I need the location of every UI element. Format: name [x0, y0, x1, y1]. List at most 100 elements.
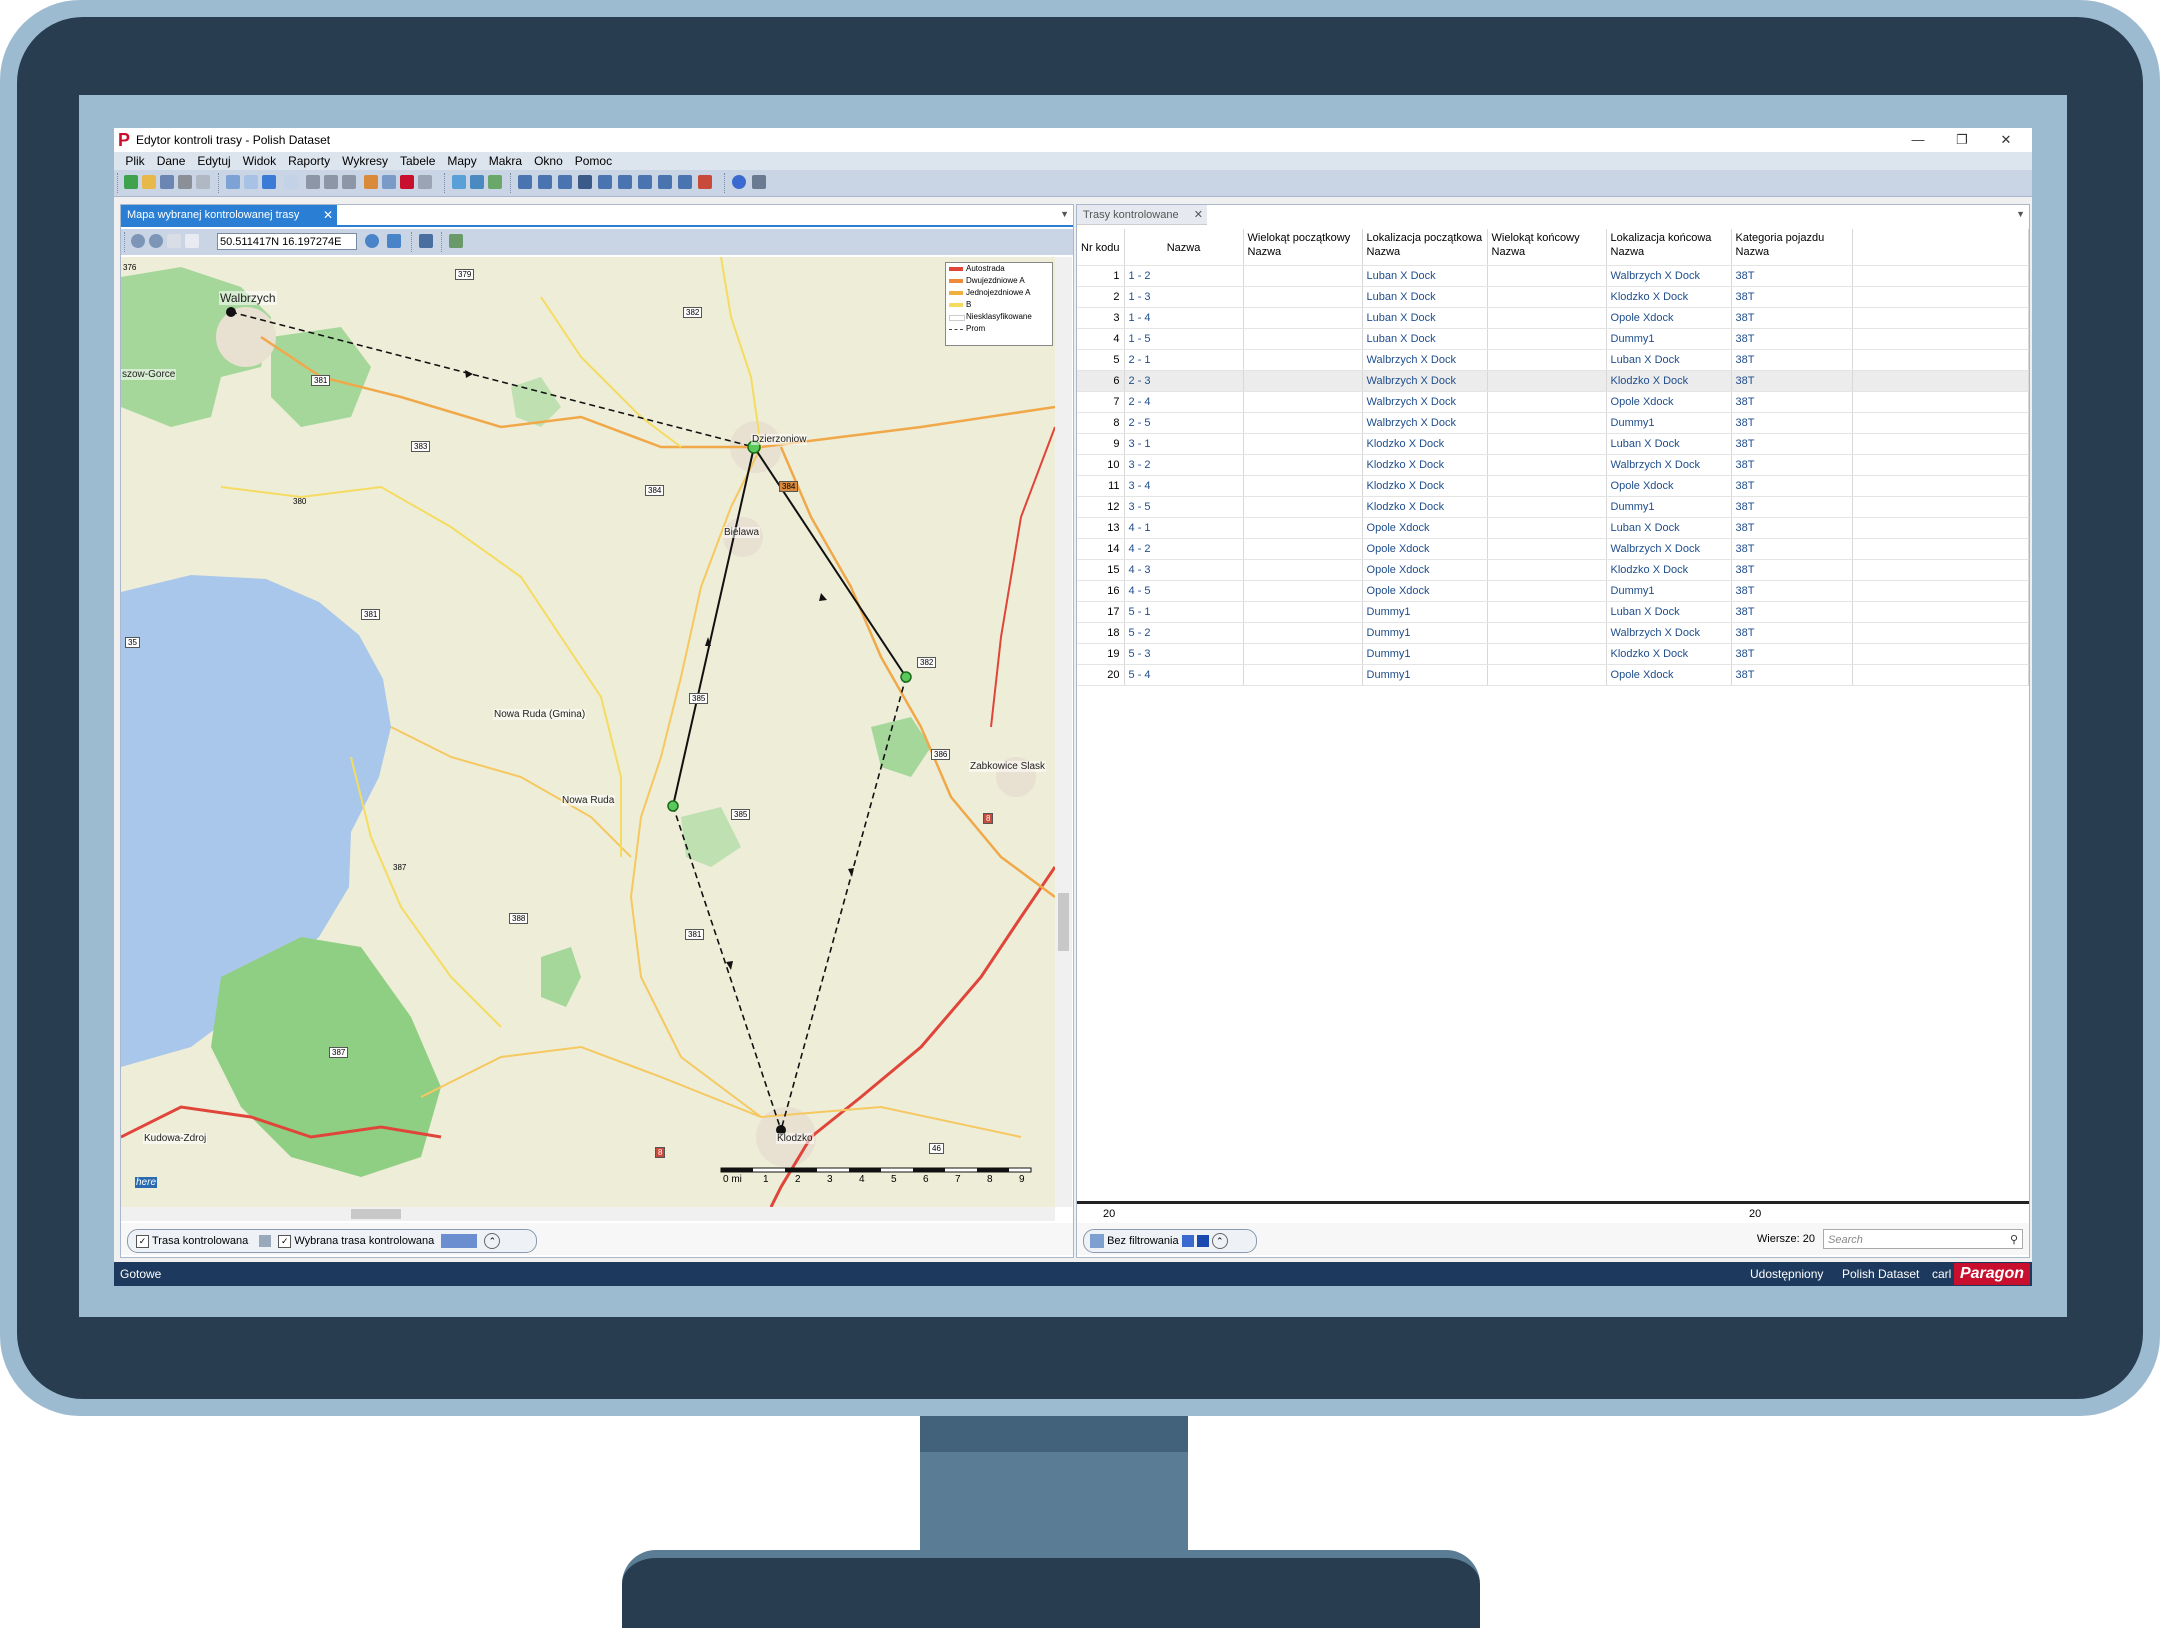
close-tab-icon[interactable]: ✕: [323, 205, 333, 225]
cell-nr[interactable]: 1: [1077, 265, 1125, 287]
toolbar-grip[interactable]: [411, 232, 415, 252]
cell-lokalizacja-poczatkowa[interactable]: Walbrzych X Dock: [1362, 349, 1488, 371]
cell-wielokat-poczatkowy[interactable]: [1243, 454, 1363, 476]
cell-wielokat-koncowy[interactable]: [1487, 601, 1607, 623]
cell-nr[interactable]: 17: [1077, 601, 1125, 623]
cell-lokalizacja-koncowa[interactable]: Klodzko X Dock: [1606, 370, 1732, 392]
undo-icon[interactable]: [226, 175, 240, 189]
cell-nr[interactable]: 18: [1077, 622, 1125, 644]
table-row[interactable]: 11 3 - 4 Klodzko X Dock Opole Xdock 38T: [1077, 475, 2030, 497]
cell-nazwa[interactable]: 2 - 3: [1124, 370, 1244, 392]
collapse-icon[interactable]: ⌃: [1211, 1233, 1228, 1250]
cell-wielokat-poczatkowy[interactable]: [1243, 412, 1363, 434]
table-row[interactable]: 52 - 1 Walbrzych X Dock Luban X Dock 38T: [1077, 349, 2030, 371]
cell-nr[interactable]: 4: [1077, 328, 1125, 350]
about-icon[interactable]: [752, 175, 766, 189]
cell-wielokat-koncowy[interactable]: [1487, 538, 1607, 560]
cell-nazwa[interactable]: 2 - 4: [1124, 391, 1244, 413]
cell-nazwa[interactable]: 3 - 5: [1124, 496, 1244, 518]
columns-icon[interactable]: [598, 175, 612, 189]
pan-hand-icon[interactable]: [167, 234, 181, 248]
cell-kategoria-pojazdu[interactable]: 38T: [1731, 454, 1853, 476]
cell-wielokat-poczatkowy[interactable]: [1243, 496, 1363, 518]
print-icon[interactable]: [178, 175, 192, 189]
cell-filler[interactable]: [1852, 307, 2030, 329]
table-row[interactable]: 18 5 - 2 Dummy1 Walbrzych X Dock 38T: [1077, 622, 2030, 644]
tab-dropdown-icon[interactable]: ▼: [2016, 209, 2025, 219]
cell-nr[interactable]: 9: [1077, 433, 1125, 455]
cell-wielokat-koncowy[interactable]: [1487, 391, 1607, 413]
map-settings-icon[interactable]: [449, 234, 463, 248]
cell-nazwa[interactable]: 4 - 2: [1124, 538, 1244, 560]
cell-nr[interactable]: 15: [1077, 559, 1125, 581]
col-lokalizacja-poczatkowa[interactable]: Lokalizacja początkowa Nazwa: [1362, 229, 1488, 266]
map-vertical-scroll-thumb[interactable]: [1058, 893, 1069, 951]
cell-wielokat-poczatkowy[interactable]: [1243, 538, 1363, 560]
cell-lokalizacja-koncowa[interactable]: Klodzko X Dock: [1606, 643, 1732, 665]
cell-filler[interactable]: [1852, 496, 2030, 518]
cell-lokalizacja-poczatkowa[interactable]: Dummy1: [1362, 643, 1488, 665]
table-row[interactable]: 10 3 - 2 Klodzko X Dock Walbrzych X Dock 38T: [1077, 454, 2030, 476]
zoom-in-icon[interactable]: [131, 234, 145, 248]
menu-dane[interactable]: Dane: [151, 152, 192, 170]
layout-icon[interactable]: [638, 175, 652, 189]
minimize-button[interactable]: —: [1896, 128, 1940, 152]
col-wielokat-poczatkowy[interactable]: Wielokąt początkowy Nazwa: [1243, 229, 1363, 266]
menu-edytuj[interactable]: Edytuj: [191, 152, 236, 170]
filter-table-icon[interactable]: [678, 175, 692, 189]
cell-wielokat-poczatkowy[interactable]: [1243, 265, 1363, 287]
zoom-extent-icon[interactable]: [365, 234, 379, 248]
table-row[interactable]: 11 - 2 Luban X Dock Walbrzych X Dock 38T: [1077, 265, 2030, 287]
cell-filler[interactable]: [1852, 559, 2030, 581]
cell-lokalizacja-koncowa[interactable]: Klodzko X Dock: [1606, 286, 1732, 308]
cell-kategoria-pojazdu[interactable]: 38T: [1731, 559, 1853, 581]
toolbar-grip[interactable]: [444, 173, 448, 193]
cell-wielokat-koncowy[interactable]: [1487, 370, 1607, 392]
cell-lokalizacja-koncowa[interactable]: Luban X Dock: [1606, 601, 1732, 623]
col-nr[interactable]: Nr kodu: [1077, 229, 1125, 266]
table-row[interactable]: 41 - 5 Luban X Dock Dummy1 38T: [1077, 328, 2030, 350]
map-horizontal-scrollbar[interactable]: [121, 1207, 1055, 1221]
cell-wielokat-poczatkowy[interactable]: [1243, 307, 1363, 329]
cell-wielokat-koncowy[interactable]: [1487, 307, 1607, 329]
route-icon[interactable]: [470, 175, 484, 189]
cell-wielokat-poczatkowy[interactable]: [1243, 580, 1363, 602]
menu-makra[interactable]: Makra: [483, 152, 528, 170]
coordinates-field[interactable]: 50.511417N 16.197274E: [217, 233, 357, 250]
cell-lokalizacja-poczatkowa[interactable]: Klodzko X Dock: [1362, 496, 1488, 518]
cell-wielokat-poczatkowy[interactable]: [1243, 370, 1363, 392]
cell-filler[interactable]: [1852, 622, 2030, 644]
help-icon[interactable]: [732, 175, 746, 189]
cell-kategoria-pojazdu[interactable]: 38T: [1731, 580, 1853, 602]
cell-nr[interactable]: 6: [1077, 370, 1125, 392]
route-node-waypoint[interactable]: [667, 800, 679, 812]
menu-wykresy[interactable]: Wykresy: [336, 152, 394, 170]
close-tab-icon[interactable]: ✕: [1194, 205, 1203, 225]
cell-wielokat-koncowy[interactable]: [1487, 559, 1607, 581]
cell-lokalizacja-koncowa[interactable]: Walbrzych X Dock: [1606, 622, 1732, 644]
cell-wielokat-poczatkowy[interactable]: [1243, 286, 1363, 308]
export-icon[interactable]: [382, 175, 396, 189]
cell-nr[interactable]: 10: [1077, 454, 1125, 476]
cell-lokalizacja-poczatkowa[interactable]: Klodzko X Dock: [1362, 454, 1488, 476]
tab-routes[interactable]: Trasy kontrolowane ✕: [1077, 205, 1207, 225]
cell-kategoria-pojazdu[interactable]: 38T: [1731, 643, 1853, 665]
trasa-checkbox[interactable]: ✓: [136, 1234, 149, 1248]
cell-filler[interactable]: [1852, 538, 2030, 560]
route-dzierzoniow-point-a[interactable]: [672, 446, 755, 807]
cell-lokalizacja-koncowa[interactable]: Luban X Dock: [1606, 433, 1732, 455]
cell-lokalizacja-poczatkowa[interactable]: Opole Xdock: [1362, 559, 1488, 581]
collapse-icon[interactable]: ⌃: [484, 1233, 501, 1250]
toolbar-grip[interactable]: [441, 232, 445, 252]
filter-icon[interactable]: [1090, 1234, 1104, 1249]
cell-lokalizacja-poczatkowa[interactable]: Dummy1: [1362, 601, 1488, 623]
cell-wielokat-poczatkowy[interactable]: [1243, 622, 1363, 644]
menu-okno[interactable]: Okno: [528, 152, 569, 170]
cell-nr[interactable]: 13: [1077, 517, 1125, 539]
copy-icon[interactable]: [284, 175, 298, 189]
cell-filler[interactable]: [1852, 370, 2030, 392]
cell-kategoria-pojazdu[interactable]: 38T: [1731, 349, 1853, 371]
find-icon[interactable]: [306, 175, 320, 189]
cell-kategoria-pojazdu[interactable]: 38T: [1731, 601, 1853, 623]
find-next-icon[interactable]: [324, 175, 338, 189]
